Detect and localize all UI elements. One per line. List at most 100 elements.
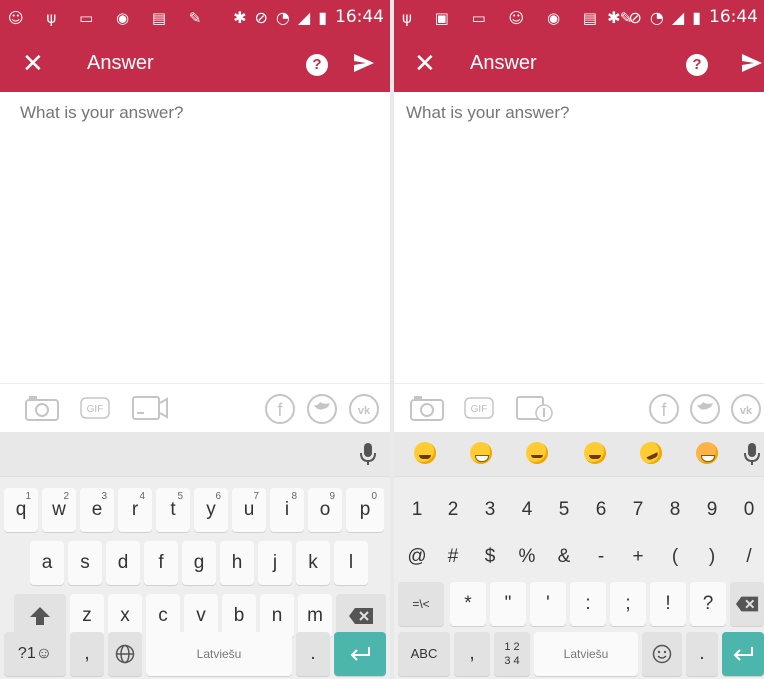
key-hash[interactable]: # <box>436 535 470 579</box>
rofl-emoji-icon[interactable] <box>636 438 666 468</box>
key-u[interactable]: 7u <box>232 488 266 532</box>
keyboard-symbols: 1 2 3 4 5 6 7 8 9 0 @ # $ % & - + ( ) / … <box>394 432 764 679</box>
help-button[interactable]: ? <box>686 54 708 76</box>
backspace-key[interactable] <box>730 582 764 626</box>
comma-key[interactable]: , <box>70 632 104 676</box>
key-slash[interactable]: / <box>732 535 764 579</box>
key-8[interactable]: 8 <box>658 488 692 532</box>
abc-key[interactable]: ABC <box>398 632 450 676</box>
key-l[interactable]: l <box>334 541 368 585</box>
close-icon[interactable]: ✕ <box>414 49 436 77</box>
vk-icon[interactable]: vk <box>348 393 380 430</box>
enter-icon <box>350 646 370 661</box>
period-key[interactable]: . <box>296 632 330 676</box>
smirk-emoji-icon[interactable] <box>584 442 606 464</box>
angry-emoji-icon[interactable] <box>696 442 718 464</box>
facebook-icon[interactable]: f <box>264 393 296 430</box>
app-bar: ✕ Answer ? <box>394 38 764 92</box>
key-j[interactable]: j <box>258 541 292 585</box>
key-question[interactable]: ? <box>690 582 726 626</box>
enter-key[interactable] <box>722 632 764 676</box>
gif-icon[interactable]: GIF <box>464 397 494 424</box>
space-key[interactable]: Latviešu <box>146 632 292 676</box>
key-h[interactable]: h <box>220 541 254 585</box>
video-icon[interactable] <box>132 395 168 426</box>
key-plus[interactable]: + <box>621 535 655 579</box>
smile-emoji-icon[interactable] <box>414 442 436 464</box>
space-key[interactable]: Latviešu <box>534 632 638 676</box>
send-icon[interactable] <box>352 51 376 80</box>
key-f[interactable]: f <box>144 541 178 585</box>
key-g[interactable]: g <box>182 541 216 585</box>
key-r[interactable]: 4r <box>118 488 152 532</box>
signal-icon: ◢ <box>297 7 311 27</box>
camera-icon[interactable] <box>25 395 59 426</box>
key-y[interactable]: 6y <box>194 488 228 532</box>
battery-icon: ▮ <box>318 7 327 27</box>
key-t[interactable]: 5t <box>156 488 190 532</box>
key-2[interactable]: 2 <box>436 488 470 532</box>
key-k[interactable]: k <box>296 541 330 585</box>
vk-icon[interactable]: vk <box>730 393 762 430</box>
smiley-icon <box>652 644 672 664</box>
video-icon[interactable] <box>516 395 556 428</box>
key-0[interactable]: 0 <box>732 488 764 532</box>
more-symbols-key[interactable]: =\< <box>398 582 444 626</box>
key-a[interactable]: a <box>30 541 64 585</box>
help-button[interactable]: ? <box>306 54 328 76</box>
enter-key[interactable] <box>334 632 386 676</box>
key-semicolon[interactable]: ; <box>610 582 646 626</box>
gif-icon[interactable]: GIF <box>80 397 110 424</box>
key-s[interactable]: s <box>68 541 102 585</box>
app-bar: ✕ Answer ? <box>0 38 390 92</box>
system-icons: ✱ ⊘ ◔ ◢ ▮ 16:44 <box>607 7 758 27</box>
key-7[interactable]: 7 <box>621 488 655 532</box>
key-lparen[interactable]: ( <box>658 535 692 579</box>
close-icon[interactable]: ✕ <box>22 49 44 77</box>
key-colon[interactable]: : <box>570 582 606 626</box>
key-single-quote[interactable]: ' <box>530 582 566 626</box>
key-at[interactable]: @ <box>400 535 434 579</box>
key-dollar[interactable]: $ <box>473 535 507 579</box>
laugh-emoji-icon[interactable] <box>470 442 492 464</box>
key-q[interactable]: 1q <box>4 488 38 532</box>
wink-emoji-icon[interactable] <box>526 442 548 464</box>
answer-input[interactable] <box>406 103 736 123</box>
key-double-quote[interactable]: " <box>490 582 526 626</box>
key-exclamation[interactable]: ! <box>650 582 686 626</box>
key-asterisk[interactable]: * <box>450 582 486 626</box>
key-e[interactable]: 3e <box>80 488 114 532</box>
twitter-icon[interactable] <box>689 393 721 430</box>
key-1[interactable]: 1 <box>400 488 434 532</box>
key-rparen[interactable]: ) <box>695 535 729 579</box>
key-p[interactable]: 0p <box>346 488 384 532</box>
key-o[interactable]: 9o <box>308 488 342 532</box>
key-4[interactable]: 4 <box>510 488 544 532</box>
language-key[interactable] <box>108 632 142 676</box>
system-icons: ✱ ⊘ ◔ ◢ ▮ 16:44 <box>233 7 384 27</box>
key-percent[interactable]: % <box>510 535 544 579</box>
symbols-key[interactable]: ?1☺ <box>4 632 66 676</box>
key-6[interactable]: 6 <box>584 488 618 532</box>
key-9[interactable]: 9 <box>695 488 729 532</box>
facebook-icon[interactable]: f <box>648 393 680 430</box>
key-ampersand[interactable]: & <box>547 535 581 579</box>
svg-text:GIF: GIF <box>471 404 488 415</box>
send-icon[interactable] <box>740 51 764 80</box>
comma-key[interactable]: , <box>454 632 490 676</box>
key-5[interactable]: 5 <box>547 488 581 532</box>
key-d[interactable]: d <box>106 541 140 585</box>
answer-input[interactable] <box>20 103 350 123</box>
key-3[interactable]: 3 <box>473 488 507 532</box>
numpad-key[interactable]: 1 2 3 4 <box>494 632 530 676</box>
period-key[interactable]: . <box>686 632 718 676</box>
key-w[interactable]: 2w <box>42 488 76 532</box>
microphone-icon[interactable] <box>360 442 376 471</box>
page-title: Answer <box>87 52 154 74</box>
emoji-key[interactable] <box>642 632 682 676</box>
camera-icon[interactable] <box>410 395 444 426</box>
twitter-icon[interactable] <box>306 393 338 430</box>
key-minus[interactable]: - <box>584 535 618 579</box>
key-i[interactable]: 8i <box>270 488 304 532</box>
microphone-icon[interactable] <box>744 442 760 471</box>
